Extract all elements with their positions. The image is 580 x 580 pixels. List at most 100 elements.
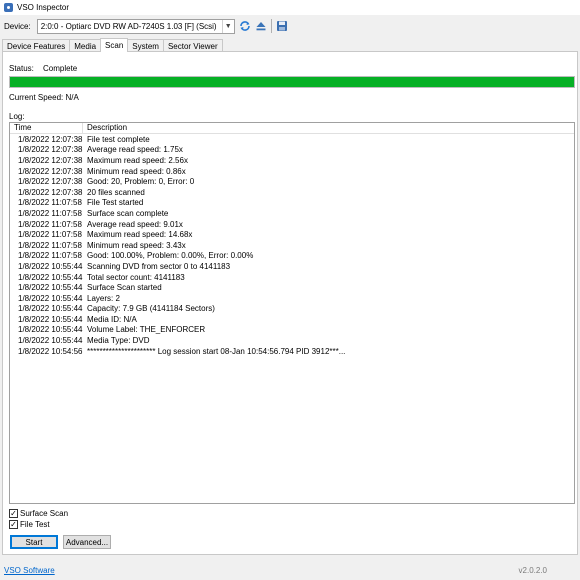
device-select[interactable]: 2:0:0 - Optiarc DVD RW AD-7240S 1.03 [F]… [36, 18, 235, 34]
log-time: 1/8/2022 10:55:44 ... [18, 272, 83, 282]
log-description: Minimum read speed: 3.43x [87, 240, 186, 250]
status-row: Status: Complete [9, 64, 77, 73]
log-description: File Test started [87, 198, 144, 208]
log-row[interactable]: 1/8/2022 11:07:58 ... File Test started [10, 198, 574, 209]
log-row[interactable]: 1/8/2022 12:07:38 PM Average read speed: … [10, 145, 574, 156]
log-row[interactable]: 1/8/2022 10:55:44 ... Scanning DVD from s… [10, 261, 574, 272]
log-row[interactable]: 1/8/2022 10:54:56 ... *******************… [10, 346, 574, 357]
device-row: Device: 2:0:0 - Optiarc DVD RW AD-7240S … [0, 15, 580, 37]
log-description: Maximum read speed: 14.68x [87, 230, 193, 240]
log-list[interactable]: Time Description 1/8/2022 12:07:38 PM Fil… [9, 122, 575, 504]
surface-scan-option[interactable]: ✓ Surface Scan [9, 509, 68, 518]
log-time: 1/8/2022 10:54:56 ... [18, 346, 83, 356]
vso-software-link[interactable]: VSO Software [4, 566, 55, 575]
log-time: 1/8/2022 11:07:58 ... [18, 208, 83, 218]
log-description: Scanning DVD from sector 0 to 4141183 [87, 261, 231, 271]
version-label: v2.0.2.0 [518, 566, 547, 575]
log-description: Surface Scan started [87, 283, 162, 293]
log-description: Surface scan complete [87, 208, 169, 218]
chevron-down-icon[interactable]: ▼ [221, 19, 234, 33]
eject-icon[interactable] [255, 20, 267, 32]
surface-scan-checkbox[interactable]: ✓ [9, 509, 18, 518]
log-description: ********************** Log session start… [87, 346, 346, 356]
log-row[interactable]: 1/8/2022 12:07:38 PM File test complete [10, 134, 574, 145]
surface-scan-label: Surface Scan [20, 509, 69, 518]
toolbar-separator [270, 19, 272, 33]
log-time: 1/8/2022 10:55:44 ... [18, 304, 83, 314]
file-test-option[interactable]: ✓ File Test [9, 520, 50, 529]
log-row[interactable]: 1/8/2022 11:07:58 ... Maximum read speed:… [10, 229, 574, 240]
device-select-value: 2:0:0 - Optiarc DVD RW AD-7240S 1.03 [F]… [40, 21, 217, 31]
log-label: Log: [9, 112, 25, 121]
log-row[interactable]: 1/8/2022 10:55:44 ... Surface Scan starte… [10, 282, 574, 293]
log-row[interactable]: 1/8/2022 12:07:38 PM 20 files scanned [10, 187, 574, 198]
log-description: Volume Label: THE_ENFORCER [87, 325, 206, 335]
log-description: File test complete [87, 134, 150, 144]
log-description: Capacity: 7.9 GB (4141184 Sectors) [87, 304, 215, 314]
window-title: VSO Inspector [17, 3, 70, 12]
start-button[interactable]: Start [10, 535, 58, 549]
title-bar: VSO Inspector [0, 0, 580, 15]
tab-bar: Device Features Media Scan System Sector… [2, 38, 223, 52]
log-time: 1/8/2022 11:07:58 ... [18, 219, 83, 229]
log-row[interactable]: 1/8/2022 10:55:44 ... Media Type: DVD [10, 335, 574, 346]
log-time: 1/8/2022 10:55:44 ... [18, 325, 83, 335]
log-description: 20 files scanned [87, 187, 145, 197]
log-row[interactable]: 1/8/2022 10:55:44 ... Volume Label: THE_E… [10, 325, 574, 336]
app-icon [4, 3, 13, 12]
log-time: 1/8/2022 12:07:38 PM [18, 145, 83, 155]
log-row[interactable]: 1/8/2022 11:07:58 ... Minimum read speed:… [10, 240, 574, 251]
log-description: Minimum read speed: 0.86x [87, 166, 186, 176]
log-description: Average read speed: 9.01x [87, 219, 183, 229]
log-description: Media ID: N/A [87, 314, 137, 324]
log-time: 1/8/2022 12:07:38 PM [18, 134, 83, 144]
log-time: 1/8/2022 10:55:44 ... [18, 336, 83, 346]
device-label: Device: [4, 21, 31, 31]
file-test-label: File Test [20, 520, 50, 529]
log-description: Good: 100.00%, Problem: 0.00%, Error: 0.… [87, 251, 254, 261]
log-time: 1/8/2022 12:07:38 PM [18, 166, 83, 176]
tab-scan[interactable]: Scan [100, 38, 129, 52]
log-time: 1/8/2022 12:07:38 PM [18, 187, 83, 197]
log-row[interactable]: 1/8/2022 10:55:44 ... Media ID: N/A [10, 314, 574, 325]
log-row[interactable]: 1/8/2022 10:55:44 ... Total sector count:… [10, 272, 574, 283]
log-time: 1/8/2022 11:07:58 ... [18, 251, 83, 261]
save-icon[interactable] [276, 20, 288, 32]
log-time: 1/8/2022 10:55:44 ... [18, 261, 83, 271]
log-row[interactable]: 1/8/2022 12:07:38 PM Good: 20, Problem: 0… [10, 176, 574, 187]
log-row[interactable]: 1/8/2022 12:07:38 PM Minimum read speed: … [10, 166, 574, 177]
refresh-icon[interactable] [239, 20, 251, 32]
scan-panel: Status: Complete Current Speed: N/A Log:… [2, 51, 578, 555]
file-test-checkbox[interactable]: ✓ [9, 520, 18, 529]
log-time: 1/8/2022 12:07:38 PM [18, 177, 83, 187]
progress-fill [10, 77, 574, 87]
log-time: 1/8/2022 11:07:58 ... [18, 240, 83, 250]
column-header-description[interactable]: Description [83, 123, 574, 133]
status-label: Status: [9, 64, 34, 73]
log-row[interactable]: 1/8/2022 10:55:44 ... Capacity: 7.9 GB (4… [10, 304, 574, 315]
log-description: Layers: 2 [87, 293, 120, 303]
log-row[interactable]: 1/8/2022 11:07:58 ... Surface scan comple… [10, 208, 574, 219]
log-time: 1/8/2022 11:07:58 ... [18, 230, 83, 240]
current-speed: Current Speed: N/A [9, 93, 79, 102]
log-description: Good: 20, Problem: 0, Error: 0 [87, 177, 195, 187]
log-header: Time Description [10, 123, 574, 134]
log-time: 1/8/2022 10:55:44 ... [18, 314, 83, 324]
log-rows: 1/8/2022 12:07:38 PMFile test complete1/… [10, 134, 574, 356]
log-description: Average read speed: 1.75x [87, 145, 183, 155]
log-description: Maximum read speed: 2.56x [87, 155, 188, 165]
log-row[interactable]: 1/8/2022 11:07:58 ... Average read speed:… [10, 219, 574, 230]
log-time: 1/8/2022 10:55:44 ... [18, 293, 83, 303]
column-header-time[interactable]: Time [10, 123, 83, 133]
status-value: Complete [43, 64, 78, 73]
log-time: 1/8/2022 12:07:38 PM [18, 155, 83, 165]
log-description: Media Type: DVD [87, 336, 150, 346]
log-time: 1/8/2022 11:07:58 ... [18, 198, 83, 208]
log-row[interactable]: 1/8/2022 11:07:58 ... Good: 100.00%, Prob… [10, 251, 574, 262]
advanced-button[interactable]: Advanced... [63, 535, 111, 549]
log-row[interactable]: 1/8/2022 10:55:44 ... Layers: 2 [10, 293, 574, 304]
log-description: Total sector count: 4141183 [87, 272, 185, 282]
log-row[interactable]: 1/8/2022 12:07:38 PM Maximum read speed: … [10, 155, 574, 166]
log-time: 1/8/2022 10:55:44 ... [18, 283, 83, 293]
progress-bar [9, 76, 575, 88]
